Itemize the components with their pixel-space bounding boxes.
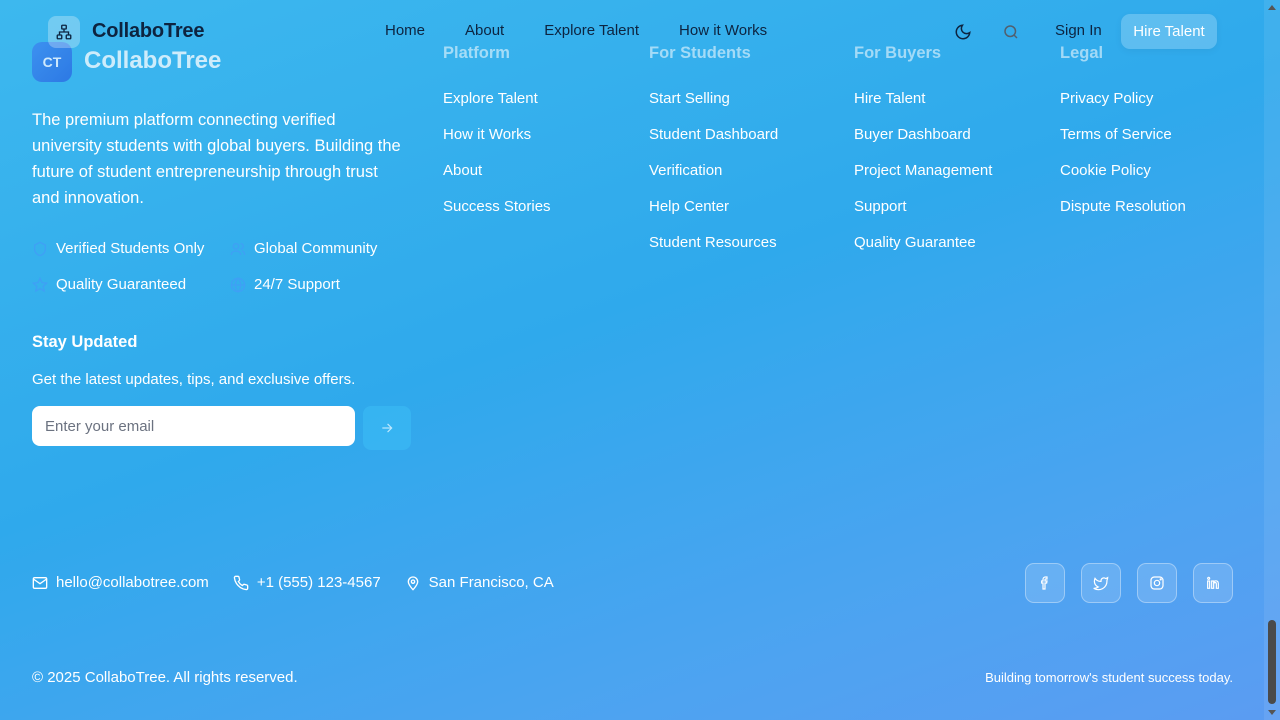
contact-phone[interactable]: +1 (555) 123-4567	[233, 574, 381, 591]
footer-link-success-stories[interactable]: Success Stories	[443, 198, 551, 234]
contact-phone-text: +1 (555) 123-4567	[256, 574, 381, 591]
footer-link-student-resources[interactable]: Student Resources	[649, 234, 778, 270]
vertical-scrollbar[interactable]	[1264, 0, 1280, 720]
contact-location: San Francisco, CA	[405, 574, 554, 591]
shield-icon	[34, 241, 46, 256]
feature-label: Global Community	[254, 240, 378, 257]
footer-link-hire-talent[interactable]: Hire Talent	[854, 90, 992, 126]
twitter-button[interactable]	[1081, 563, 1121, 603]
footer-link-project-management[interactable]: Project Management	[854, 162, 992, 198]
footer-link-quality-guarantee[interactable]: Quality Guarantee	[854, 234, 992, 270]
moon-icon[interactable]	[954, 23, 972, 41]
footer-link-about[interactable]: About	[443, 162, 551, 198]
brand-logo[interactable]	[48, 16, 80, 48]
sign-in-link[interactable]: Sign In	[1055, 22, 1102, 39]
map-pin-icon	[407, 575, 419, 591]
linkedin-icon	[1207, 576, 1219, 589]
main-nav: Home About Explore Talent How it Works	[385, 22, 767, 39]
instagram-button[interactable]	[1137, 563, 1177, 603]
footer-column-legal: Legal Privacy Policy Terms of Service Co…	[1060, 44, 1186, 234]
mail-icon	[32, 576, 48, 589]
feature-label: Quality Guaranteed	[56, 276, 187, 293]
footer-description: The premium platform connecting verified…	[32, 111, 401, 207]
footer-link-support[interactable]: Support	[854, 198, 992, 234]
users-icon	[230, 242, 246, 255]
footer-link-help-center[interactable]: Help Center	[649, 198, 778, 234]
newsletter-email-input[interactable]	[32, 406, 355, 446]
feature-label: 24/7 Support	[254, 276, 340, 293]
social-links	[1025, 563, 1233, 603]
page: CT CollaboTree The premium platform conn…	[0, 0, 1280, 720]
feature-support: 24/7 Support	[230, 276, 340, 293]
nav-explore-talent[interactable]: Explore Talent	[544, 22, 639, 39]
nav-about[interactable]: About	[465, 22, 504, 39]
nav-how-it-works[interactable]: How it Works	[679, 22, 767, 39]
footer-column-platform: Platform Explore Talent How it Works Abo…	[443, 44, 551, 234]
footer-link-terms-of-service[interactable]: Terms of Service	[1060, 126, 1186, 162]
footer-column-buyers: For Buyers Hire Talent Buyer Dashboard P…	[854, 44, 992, 270]
feature-quality: Quality Guaranteed	[32, 276, 186, 293]
copyright-text: © 2025 CollaboTree. All rights reserved.	[32, 669, 298, 686]
footer-link-privacy-policy[interactable]: Privacy Policy	[1060, 90, 1186, 126]
nav-home[interactable]: Home	[385, 22, 425, 39]
newsletter-description: Get the latest updates, tips, and exclus…	[32, 371, 356, 388]
footer-column-students: For Students Start Selling Student Dashb…	[649, 44, 778, 270]
footer-tagline: Building tomorrow's student success toda…	[985, 670, 1233, 685]
feature-community: Global Community	[230, 240, 377, 257]
footer-link-cookie-policy[interactable]: Cookie Policy	[1060, 162, 1186, 198]
footer-link-explore-talent[interactable]: Explore Talent	[443, 90, 551, 126]
instagram-icon	[1150, 576, 1164, 590]
contact-location-text: San Francisco, CA	[428, 574, 554, 591]
phone-icon	[233, 575, 249, 590]
newsletter-submit-button[interactable]	[363, 406, 411, 450]
footer-link-how-it-works[interactable]: How it Works	[443, 126, 551, 162]
hire-talent-button[interactable]: Hire Talent	[1121, 14, 1217, 49]
scroll-down-arrow[interactable]	[1268, 710, 1276, 715]
linkedin-button[interactable]	[1193, 563, 1233, 603]
feature-label: Verified Students Only	[56, 240, 205, 257]
search-icon[interactable]	[1002, 23, 1020, 41]
footer-link-student-dashboard[interactable]: Student Dashboard	[649, 126, 778, 162]
scroll-thumb[interactable]	[1268, 620, 1276, 704]
scroll-up-arrow[interactable]	[1268, 5, 1276, 10]
twitter-icon	[1093, 576, 1109, 591]
globe-icon	[230, 276, 246, 293]
footer-link-start-selling[interactable]: Start Selling	[649, 90, 778, 126]
newsletter-title: Stay Updated	[32, 333, 138, 351]
footer-link-buyer-dashboard[interactable]: Buyer Dashboard	[854, 126, 992, 162]
brand-name[interactable]: CollaboTree	[92, 20, 204, 43]
facebook-icon	[1041, 576, 1048, 590]
arrow-right-icon	[382, 423, 393, 433]
network-icon	[56, 24, 72, 40]
star-icon	[32, 276, 48, 292]
footer-link-dispute-resolution[interactable]: Dispute Resolution	[1060, 198, 1186, 234]
footer-link-verification[interactable]: Verification	[649, 162, 778, 198]
contact-email[interactable]: hello@collabotree.com	[32, 574, 209, 591]
top-navbar: CollaboTree Home About Explore Talent Ho…	[0, 0, 1264, 64]
contact-email-text: hello@collabotree.com	[56, 574, 209, 591]
contact-info: hello@collabotree.com +1 (555) 123-4567 …	[32, 574, 554, 591]
facebook-button[interactable]	[1025, 563, 1065, 603]
feature-verified: Verified Students Only	[32, 240, 204, 257]
